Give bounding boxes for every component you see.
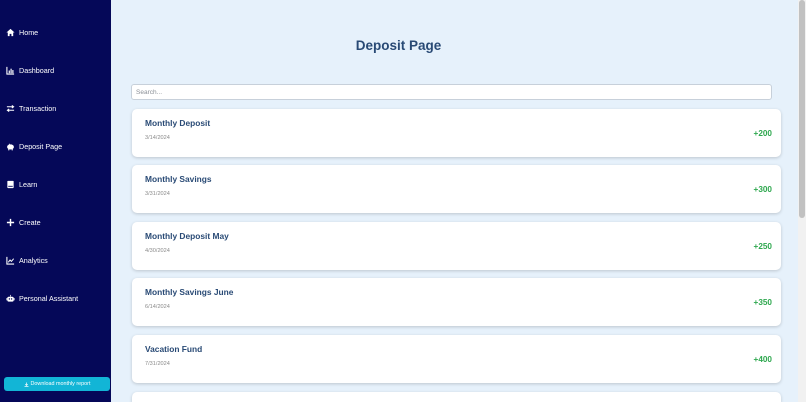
sidebar-item-label: Deposit Page [19,141,63,151]
sidebar-item-dashboard[interactable]: Dashboard [6,63,54,77]
deposit-title: Vacation Fund [145,344,203,354]
sidebar-item-home[interactable]: Home [6,25,38,39]
sidebar-item-deposit-page[interactable]: Deposit Page [6,139,62,153]
deposit-amount: +200 [753,129,772,138]
scrollbar[interactable] [798,0,806,402]
sidebar-item-label: Dashboard [19,65,55,75]
deposit-amount: +300 [753,185,772,194]
robot-icon [6,294,15,303]
main-content: Deposit Page Monthly Deposit 3/14/2024 +… [111,0,798,402]
deposit-card[interactable]: Monthly Savings June 6/14/2024 +350 [132,278,781,326]
deposit-card[interactable]: Vacation Fund 7/31/2024 +400 [132,335,781,383]
deposit-card[interactable]: Monthly Deposit May 4/30/2024 +250 [132,222,781,270]
sidebar-item-analytics[interactable]: Analytics [6,253,48,267]
exchange-icon [6,104,15,113]
download-report-label: Download monthly report [30,381,91,387]
piggy-bank-icon [6,142,15,151]
deposit-date: 3/31/2024 [145,191,170,197]
sidebar-item-label: Create [19,217,41,227]
deposit-date: 7/31/2024 [145,361,170,367]
search-input[interactable] [131,84,772,100]
deposit-amount: +400 [753,355,772,364]
sidebar-item-label: Personal Assistant [19,293,79,303]
book-icon [6,180,15,189]
home-icon [6,28,15,37]
deposit-title: Monthly Savings June [145,287,234,297]
deposit-date: 6/14/2024 [145,304,170,310]
sidebar-item-label: Home [19,27,39,37]
deposit-card-partial[interactable] [132,392,781,402]
sidebar-item-label: Learn [19,179,38,189]
deposit-card[interactable]: Monthly Deposit 3/14/2024 +200 [132,109,781,157]
deposit-date: 3/14/2024 [145,135,170,141]
sidebar-item-learn[interactable]: Learn [6,177,37,191]
deposit-card[interactable]: Monthly Savings 3/31/2024 +300 [132,165,781,213]
plus-icon [6,218,15,227]
deposit-amount: +350 [753,298,772,307]
sidebar-item-label: Transaction [19,103,57,113]
chart-bar-icon [6,66,15,75]
scrollbar-thumb[interactable] [799,0,805,218]
deposit-amount: +250 [753,242,772,251]
deposit-date: 4/30/2024 [145,248,170,254]
sidebar-item-label: Analytics [19,255,48,265]
page-title: Deposit Page [355,38,442,53]
sidebar: Home Dashboard Transaction Deposit Page … [0,0,111,402]
sidebar-item-personal-assistant[interactable]: Personal Assistant [6,291,78,305]
deposit-title: Monthly Savings [145,174,212,184]
deposit-title: Monthly Deposit May [145,231,229,241]
line-chart-icon [6,256,15,265]
download-report-button[interactable]: Download monthly report [4,377,110,391]
deposit-title: Monthly Deposit [145,118,211,128]
sidebar-item-transaction[interactable]: Transaction [6,101,56,115]
download-icon [24,382,29,387]
sidebar-item-create[interactable]: Create [6,215,41,229]
